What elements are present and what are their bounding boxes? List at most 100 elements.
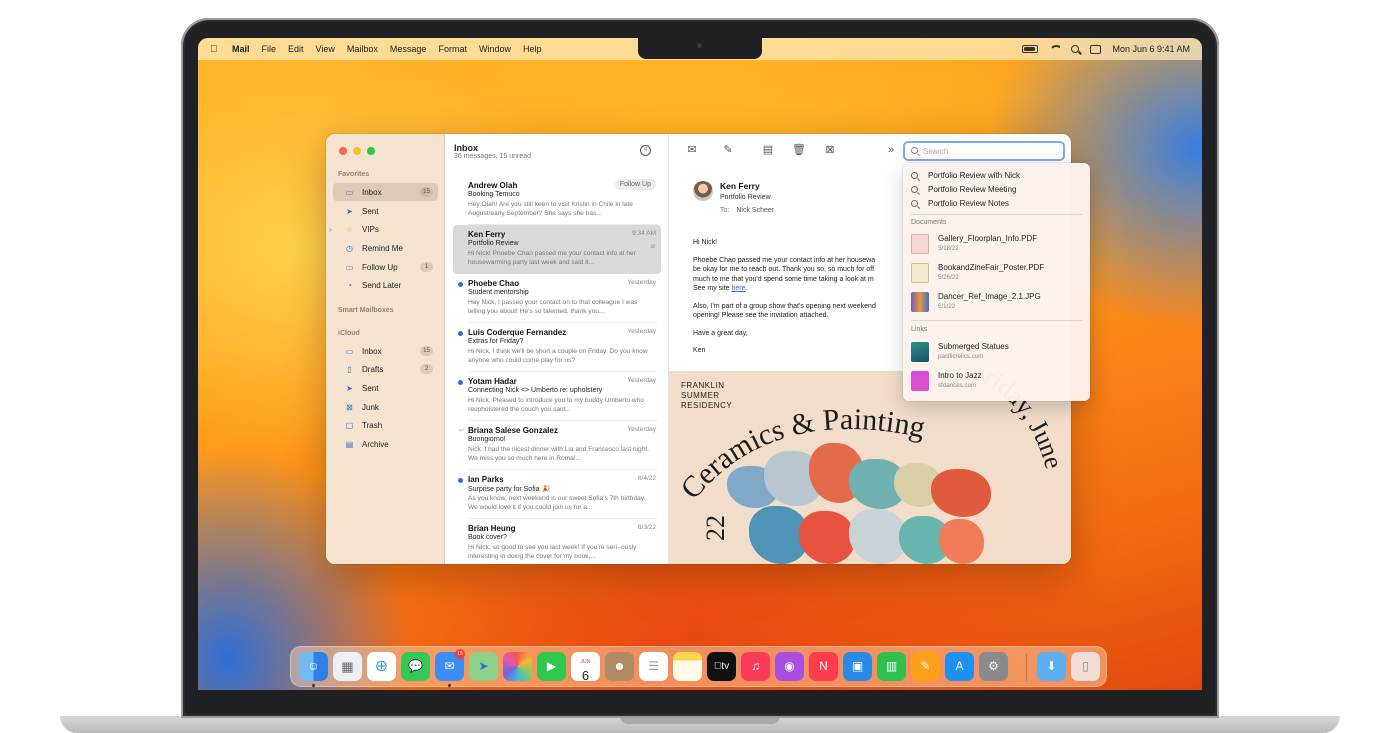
sidebar-item-icloud-sent[interactable]: ➤ Sent: [333, 379, 438, 397]
archive-icon[interactable]: ▤: [761, 144, 775, 156]
app-store-icon[interactable]: A: [945, 652, 974, 681]
icloud-heading[interactable]: iCloud: [338, 330, 360, 337]
documents-heading: Documents: [911, 219, 947, 226]
zoom-window-button[interactable]: [367, 147, 375, 155]
numbers-icon[interactable]: ▥: [877, 652, 906, 681]
podcasts-icon[interactable]: ◉: [775, 652, 804, 681]
control-center-icon[interactable]: [1090, 44, 1102, 54]
menu-edit[interactable]: Edit: [288, 44, 304, 54]
menu-help[interactable]: Help: [523, 44, 542, 54]
list-item[interactable]: ↩ Briana Salese Gonzalez Yesterday Buong…: [453, 421, 661, 470]
follow-up-count: 1: [420, 262, 433, 272]
search-field[interactable]: [903, 141, 1065, 161]
sidebar-item-inbox[interactable]: ▭ Inbox 15: [333, 183, 438, 201]
smart-mailboxes-heading[interactable]: Smart Mailboxes: [338, 307, 394, 314]
clock-icon: ◷: [346, 243, 353, 253]
junk-icon[interactable]: ⊠: [823, 144, 837, 156]
search-suggestion[interactable]: Portfolio Review Meeting: [911, 183, 1016, 196]
search-icon: [911, 172, 918, 179]
pdf-thumbnail: [911, 234, 929, 254]
maps-icon[interactable]: ➤: [469, 652, 498, 681]
favorites-heading: Favorites: [338, 171, 370, 178]
menu-mailbox[interactable]: Mailbox: [347, 44, 378, 54]
sidebar-item-icloud-inbox[interactable]: ▭ Inbox 15: [333, 342, 438, 360]
list-item[interactable]: Phoebe Chao Yesterday Student mentorship…: [453, 274, 661, 323]
trash-icon[interactable]: 🗑: [792, 144, 806, 156]
news-icon[interactable]: N: [809, 652, 838, 681]
apple-menu-icon[interactable]: : [210, 44, 220, 55]
calendar-icon[interactable]: JUN 6: [571, 652, 600, 681]
more-icon[interactable]: »: [884, 144, 898, 156]
pages-icon[interactable]: ✎: [911, 652, 940, 681]
camera-icon: [697, 43, 702, 48]
minimize-window-button[interactable]: [353, 147, 361, 155]
finder-icon[interactable]: ☺: [299, 652, 328, 681]
music-icon[interactable]: ♫: [741, 652, 770, 681]
follow-up-tag[interactable]: Follow Up: [614, 179, 656, 190]
reminders-icon[interactable]: ☰: [639, 652, 668, 681]
trash-icon[interactable]: ▯: [1071, 652, 1100, 681]
mail-badge: 15: [455, 649, 465, 659]
sidebar-item-send-later[interactable]: ◔ Send Later: [333, 276, 438, 294]
list-item-selected[interactable]: Ken Ferry 9:34 AM Portfolio Review Hi Ni…: [453, 225, 661, 274]
recipient-name[interactable]: Nick Scheer: [736, 207, 774, 214]
messages-icon[interactable]: 💬: [401, 652, 430, 681]
sidebar-item-junk[interactable]: ⊠ Junk: [333, 398, 438, 416]
facetime-icon[interactable]: ▶: [537, 652, 566, 681]
list-item[interactable]: Ian Parks 6/4/22 Surprise party for Sofi…: [453, 470, 661, 519]
sidebar-item-sent[interactable]: ➤ Sent: [333, 202, 438, 220]
sidebar-item-drafts[interactable]: ▯ Drafts 2: [333, 360, 438, 378]
menu-view[interactable]: View: [316, 44, 335, 54]
search-suggestion[interactable]: Portfolio Review with Nick: [911, 169, 1020, 182]
sidebar-item-archive[interactable]: ▤ Archive: [333, 435, 438, 453]
menu-file[interactable]: File: [262, 44, 277, 54]
notes-icon[interactable]: [673, 652, 702, 681]
tray-icon: ▭: [345, 346, 354, 356]
tv-icon[interactable]: tv: [707, 652, 736, 681]
downloads-folder-icon[interactable]: ⬇: [1037, 652, 1066, 681]
contacts-icon[interactable]: ☻: [605, 652, 634, 681]
site-link[interactable]: here: [732, 285, 746, 292]
list-item[interactable]: Andrew Olah Follow Up Booking Temuco Hey…: [453, 176, 661, 225]
pdf-thumbnail: [911, 263, 929, 283]
search-suggestions-dropdown: Portfolio Review with Nick Portfolio Rev…: [903, 163, 1090, 401]
sidebar-item-trash[interactable]: ▢ Trash: [333, 416, 438, 434]
envelope-icon[interactable]: ✉: [685, 144, 699, 156]
menubar-clock[interactable]: Mon Jun 6 9:41 AM: [1112, 44, 1190, 54]
desktop-screen:  Mail File Edit View Mailbox Message Fo…: [198, 38, 1202, 690]
dock: ☺ ▦ ⊕ 💬 ✉ 15 ➤ ▶ JUN 6 ☻ ☰ tv ♫ ◉ N ▣ ▥…: [290, 646, 1107, 687]
wifi-icon[interactable]: [1049, 45, 1061, 53]
search-suggestion[interactable]: Portfolio Review Notes: [911, 197, 1009, 210]
message-body: Hi Nick! Phoebe Chao passed me your cont…: [693, 239, 876, 354]
macbook-scene:  Mail File Edit View Mailbox Message Fo…: [0, 0, 1400, 733]
spotlight-icon[interactable]: [1071, 45, 1080, 53]
window-controls: [339, 147, 375, 155]
photos-icon[interactable]: [503, 652, 532, 681]
close-window-button[interactable]: [339, 147, 347, 155]
attachment-icon: ⌀: [650, 243, 655, 250]
menu-app-mail[interactable]: Mail: [232, 44, 250, 54]
system-settings-icon[interactable]: ⚙: [979, 652, 1008, 681]
list-item[interactable]: Brian Heung 6/3/22 Book cover? Hi Nick, …: [453, 519, 661, 564]
link-thumbnail: [911, 371, 929, 391]
launchpad-icon[interactable]: ▦: [333, 652, 362, 681]
chevron-right-icon[interactable]: ›: [329, 225, 332, 234]
safari-icon[interactable]: ⊕: [367, 652, 396, 681]
search-input[interactable]: [923, 145, 1058, 158]
filter-icon[interactable]: ≡: [640, 145, 651, 156]
sidebar-item-remind-me[interactable]: ◷ Remind Me: [333, 239, 438, 257]
unread-dot: [458, 282, 463, 287]
list-item[interactable]: Yotam Hadar Yesterday Connecting Nick <>…: [453, 372, 661, 421]
compose-icon[interactable]: ✎: [721, 144, 735, 156]
menu-window[interactable]: Window: [479, 44, 511, 54]
list-item[interactable]: Luis Coderque Fernandez Yesterday Extras…: [453, 323, 661, 372]
keynote-icon[interactable]: ▣: [843, 652, 872, 681]
dock-separator: [1026, 653, 1027, 681]
camera-notch: [638, 38, 762, 59]
menu-format[interactable]: Format: [438, 44, 467, 54]
menu-message[interactable]: Message: [390, 44, 427, 54]
battery-icon[interactable]: [1022, 45, 1039, 53]
sidebar-item-vips[interactable]: ☆ VIPs: [333, 220, 438, 238]
sidebar-item-follow-up[interactable]: ▭ Follow Up 1: [333, 258, 438, 276]
menubar-status-area: Mon Jun 6 9:41 AM: [1022, 38, 1190, 60]
